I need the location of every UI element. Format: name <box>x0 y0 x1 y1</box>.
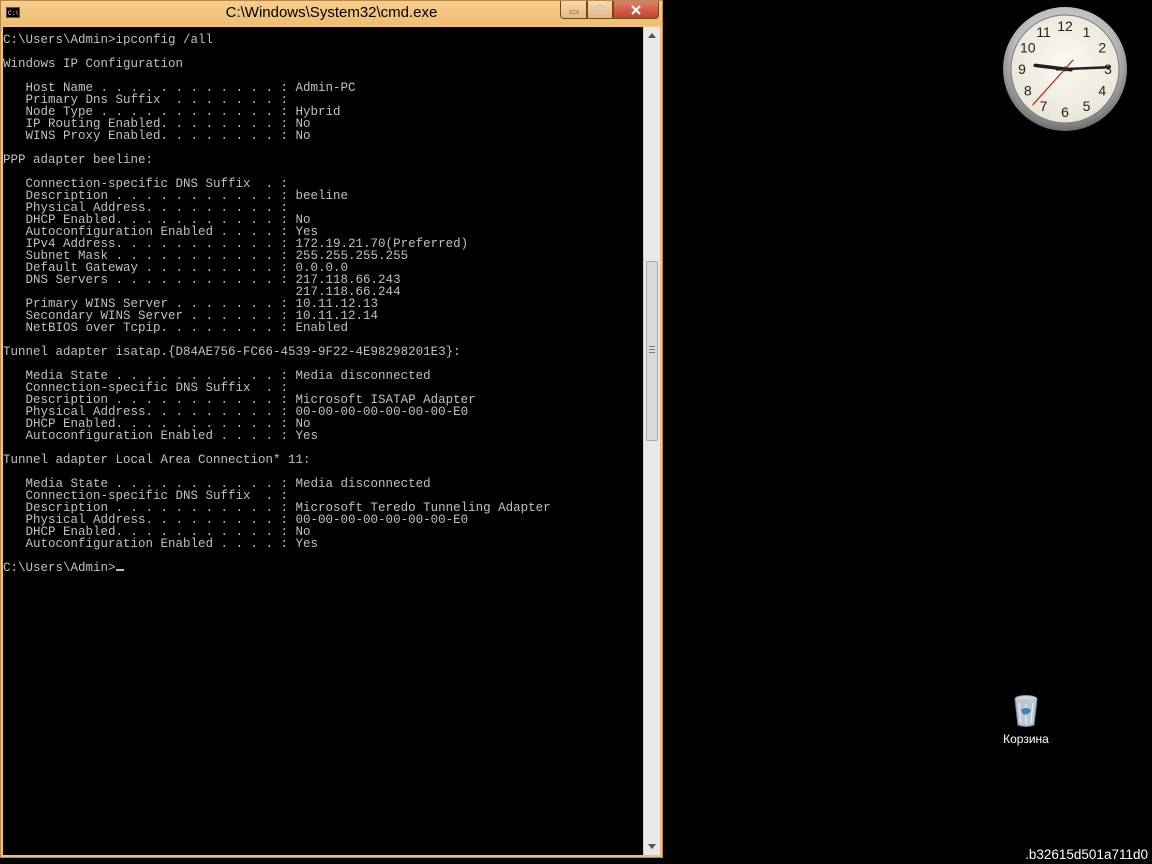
console-line: Autoconfiguration Enabled . . . . : Yes <box>25 537 319 551</box>
console-text: C:\Users\Admin>ipconfig /all Windows IP … <box>3 27 643 575</box>
clock-number: 3 <box>1104 61 1112 77</box>
clock-number: 2 <box>1098 40 1106 56</box>
console-output[interactable]: C:\Users\Admin>ipconfig /all Windows IP … <box>3 27 643 855</box>
maximize-button[interactable] <box>587 1 613 19</box>
clock-number: 1 <box>1083 24 1091 40</box>
arrow-down-icon <box>648 844 656 849</box>
minimize-icon <box>569 10 578 13</box>
grip-icon <box>649 346 655 353</box>
maximize-icon <box>595 5 605 14</box>
cmd-window[interactable]: C:\ C:\Windows\System32\cmd.exe C:\Users… <box>0 0 663 858</box>
ipconfig-output: C:\Users\Admin>ipconfig /all Windows IP … <box>3 33 551 551</box>
text-cursor <box>115 569 124 571</box>
scroll-thumb[interactable] <box>646 261 658 441</box>
clock-number: 10 <box>1020 40 1036 56</box>
recycle-bin-shortcut[interactable]: Корзина <box>996 694 1056 746</box>
recycle-bin-icon <box>1014 695 1038 727</box>
recycle-bin-label: Корзина <box>1003 732 1049 746</box>
command-prompt: C:\Users\Admin> <box>3 561 116 575</box>
console-line: C:\Users\Admin>ipconfig /all <box>3 33 214 47</box>
scroll-up-button[interactable] <box>644 27 660 44</box>
scroll-down-button[interactable] <box>644 838 660 855</box>
clock-center-pin <box>1062 66 1068 72</box>
vertical-scrollbar[interactable] <box>643 27 660 855</box>
console-line: Autoconfiguration Enabled . . . . : Yes <box>25 429 319 443</box>
title-bar[interactable]: C:\ C:\Windows\System32\cmd.exe <box>1 1 662 25</box>
arrow-up-icon <box>648 33 656 38</box>
minimize-button[interactable] <box>560 1 587 19</box>
console-line: Windows IP Configuration <box>3 57 184 71</box>
console-line: PPP adapter beeline: <box>3 153 154 167</box>
close-button[interactable] <box>613 1 659 19</box>
windows-build-watermark: .b32615d501a711d0 <box>1025 847 1148 862</box>
clock-number: 4 <box>1098 83 1106 99</box>
clock-number: 8 <box>1024 83 1032 99</box>
clock-gadget[interactable]: 12 12 3 45678 9 1011 <box>1002 6 1128 132</box>
console-line: NetBIOS over Tcpip. . . . . . . . : Enab… <box>25 321 349 335</box>
console-line: WINS Proxy Enabled. . . . . . . . : No <box>25 129 311 143</box>
close-icon <box>631 4 641 15</box>
clock-number: 11 <box>1036 24 1051 40</box>
console-line: Tunnel adapter isatap.{D84AE756-FC66-453… <box>3 345 461 359</box>
clock-number: 9 <box>1018 61 1026 77</box>
clock-number: 7 <box>1040 98 1048 114</box>
console-line: Tunnel adapter Local Area Connection* 11… <box>3 453 311 467</box>
clock-number: 12 <box>1057 18 1073 34</box>
clock-number: 5 <box>1083 98 1091 114</box>
clock-number: 6 <box>1061 104 1069 120</box>
